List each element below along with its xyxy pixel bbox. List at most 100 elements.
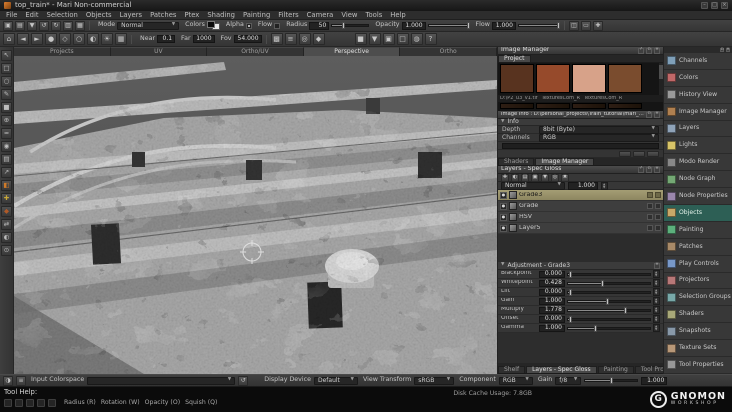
add-mask-icon[interactable]: ◎ xyxy=(551,173,559,182)
layer-lock-icon[interactable] xyxy=(655,192,661,198)
layer-visibility-toggle[interactable] xyxy=(500,191,507,199)
save-project-icon[interactable]: ▼ xyxy=(27,20,37,31)
panel-float-icon[interactable] xyxy=(646,47,652,54)
dock-tab[interactable]: Image Manager xyxy=(535,158,595,165)
palette-item[interactable]: Modo Render xyxy=(664,154,732,172)
palette-item[interactable]: Patches xyxy=(664,238,732,256)
camera-prev-icon[interactable]: ◄ xyxy=(17,33,29,45)
slerp-tool-icon[interactable]: ◐ xyxy=(1,232,12,243)
screenshot-icon[interactable]: ▣ xyxy=(382,33,395,45)
layers-float-icon[interactable] xyxy=(646,166,652,173)
menu-item[interactable]: Selection xyxy=(43,11,82,19)
viewport-tab[interactable]: Projects xyxy=(14,47,111,56)
menu-item[interactable]: Edit xyxy=(21,11,42,19)
redo-icon[interactable]: ↻ xyxy=(51,20,61,31)
view-transform-dropdown[interactable]: sRGB ▼ xyxy=(414,376,455,385)
layers-close-icon[interactable] xyxy=(654,166,660,173)
texture-thumb-3[interactable] xyxy=(572,64,606,93)
viewport-tab[interactable]: Ortho xyxy=(400,47,497,56)
color-managed-toggle-icon[interactable]: ◑ xyxy=(3,375,13,386)
colorspace-settings-icon[interactable]: ≡ xyxy=(16,375,26,386)
menu-item[interactable]: Tools xyxy=(362,11,387,19)
texture-thumb-2[interactable] xyxy=(536,64,570,93)
slider-spinner[interactable] xyxy=(653,279,660,287)
snapshot-icon[interactable]: ◎ xyxy=(298,33,311,45)
palette-item[interactable]: Shaders xyxy=(664,306,732,324)
vector-paint-tool-icon[interactable]: ↗ xyxy=(1,167,12,178)
layer-amount-field[interactable]: 1.000 xyxy=(568,181,598,190)
texture-thumb-8[interactable] xyxy=(608,103,642,109)
dock-tab[interactable]: Shaders xyxy=(498,158,535,165)
camera-next-icon[interactable]: ► xyxy=(31,33,43,45)
zoom-tool-icon[interactable]: ⊙ xyxy=(1,245,12,256)
layer-lock-icon[interactable] xyxy=(655,214,661,220)
brush-flow-icon[interactable] xyxy=(48,399,56,407)
palette-item[interactable]: Node Graph xyxy=(664,171,732,189)
slider-spinner[interactable] xyxy=(653,306,660,314)
menu-item[interactable]: Shading xyxy=(203,11,239,19)
menu-item[interactable]: Objects xyxy=(82,11,116,19)
perspective-view-icon[interactable]: ◇ xyxy=(59,33,71,45)
radius-value-field[interactable]: 50 xyxy=(309,21,330,30)
fade-objects-icon[interactable]: ◍ xyxy=(410,33,423,45)
tab-project[interactable]: Project xyxy=(498,55,531,62)
component-dropdown[interactable]: RGB ▼ xyxy=(498,376,533,385)
channels-dropdown[interactable]: RGB ▼ xyxy=(539,133,659,142)
viewport-3d-canvas[interactable] xyxy=(14,56,497,374)
blend-mode-dropdown[interactable]: Normal ▼ xyxy=(501,181,565,190)
palette-item[interactable]: Channels xyxy=(664,53,732,70)
menu-item[interactable]: Ptex xyxy=(180,11,203,19)
palette-item[interactable]: Selection Groups xyxy=(664,289,732,307)
foreground-background-color-swatches[interactable] xyxy=(206,21,220,30)
palette-item[interactable]: Play Controls xyxy=(664,255,732,273)
add-adjustment-layer-icon[interactable]: ◐ xyxy=(511,173,519,182)
input-colorspace-dropdown[interactable]: ▼ xyxy=(87,376,236,385)
paint-buffer-icon[interactable]: ▭ xyxy=(580,20,591,31)
transform-paint-tool-icon[interactable]: ⇄ xyxy=(1,219,12,230)
image-remove-button[interactable] xyxy=(633,150,645,157)
image-path-field[interactable] xyxy=(502,142,659,149)
add-paint-layer-icon[interactable]: ✚ xyxy=(501,173,509,182)
palette-item[interactable]: Colors xyxy=(664,69,732,87)
slider-value-field[interactable]: 0.000 xyxy=(539,270,565,278)
slider-value-field[interactable]: 0.000 xyxy=(539,315,565,323)
palette-item[interactable]: Painting xyxy=(664,221,732,239)
palette-item[interactable]: Projectors xyxy=(664,272,732,290)
wireframe-toggle-icon[interactable]: ▩ xyxy=(270,33,283,45)
camera-home-icon[interactable]: ⌂ xyxy=(3,33,15,45)
dock-tab[interactable]: Shelf xyxy=(498,366,526,373)
palette-item[interactable]: Objects xyxy=(664,205,732,222)
minimize-button[interactable]: – xyxy=(701,2,708,9)
alpha-checkbox[interactable] xyxy=(245,22,252,29)
layer-visibility-toggle[interactable] xyxy=(500,224,507,232)
undo-icon[interactable]: ↺ xyxy=(39,20,49,31)
palette-close-icon[interactable] xyxy=(726,48,730,52)
display-device-dropdown[interactable]: Default ▼ xyxy=(313,376,358,385)
help-mode-icon[interactable]: ? xyxy=(424,33,437,45)
menu-item[interactable]: View xyxy=(337,11,361,19)
image-reload-button[interactable] xyxy=(647,150,659,157)
hud-toggle-icon[interactable]: ≡ xyxy=(284,33,297,45)
opacity-value-field[interactable]: 1.000 xyxy=(401,21,426,30)
layers-help-icon[interactable] xyxy=(638,166,644,173)
slider-value-field[interactable]: 0.428 xyxy=(539,279,565,287)
gain-slider[interactable] xyxy=(584,377,639,384)
layer-cache-icon[interactable] xyxy=(647,225,653,231)
menu-item[interactable]: Help xyxy=(386,11,410,19)
flow-value-field[interactable]: 1.000 xyxy=(491,21,516,30)
slider-track[interactable] xyxy=(567,270,651,278)
layer-amount-spinner[interactable] xyxy=(601,181,608,190)
remove-layer-icon[interactable]: ✖ xyxy=(561,173,569,182)
brush-rotation-icon[interactable] xyxy=(15,399,23,407)
layer-visibility-toggle[interactable] xyxy=(500,213,507,221)
add-group-layer-icon[interactable]: ▣ xyxy=(531,173,539,182)
slider-track[interactable] xyxy=(567,297,651,305)
isolate-select-icon[interactable]: □ xyxy=(396,33,409,45)
paint-brush-tool-icon[interactable]: ✎ xyxy=(1,89,12,100)
palette-item[interactable]: Layers xyxy=(664,120,732,138)
close-button[interactable]: × xyxy=(721,2,728,9)
open-project-icon[interactable]: ▤ xyxy=(15,20,25,31)
near-value-field[interactable]: 0.1 xyxy=(157,35,176,43)
palette-item[interactable]: Texture Sets xyxy=(664,340,732,358)
layer-row[interactable]: HSV xyxy=(498,212,663,223)
